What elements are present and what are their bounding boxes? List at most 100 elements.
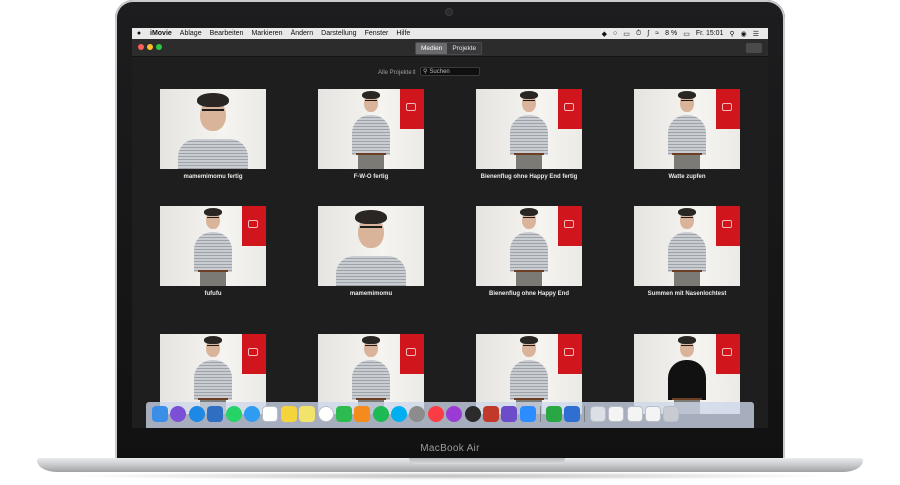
photos-icon[interactable] [317, 406, 334, 422]
photo-booth-icon[interactable] [483, 406, 500, 422]
finder-icon[interactable] [152, 406, 168, 422]
tab-projekte[interactable]: Projekte [447, 43, 482, 54]
facetime-icon[interactable] [335, 406, 352, 422]
battery-icon[interactable]: ▭ [680, 30, 693, 38]
menu-bearbeiten[interactable]: Bearbeiten [206, 30, 248, 37]
creative-cloud-icon[interactable]: ○ [610, 30, 620, 37]
search-field[interactable]: ⚲ Suchen [420, 67, 480, 76]
menu-ablage[interactable]: Ablage [176, 30, 206, 37]
project-thumbnail[interactable] [160, 89, 266, 169]
chevron-updown-icon: ⇕ [411, 70, 417, 76]
logic-icon[interactable] [464, 406, 481, 422]
numbers-icon[interactable] [545, 406, 562, 422]
menu-aendern[interactable]: Ändern [287, 30, 318, 37]
whatsapp-icon[interactable] [225, 406, 242, 422]
filter-bar: Alle Projekte⇕ ⚲ Suchen [132, 57, 768, 85]
time-machine-icon[interactable]: ⏱ [633, 30, 644, 38]
project-title: F-W-O fertig [353, 174, 389, 180]
calendar-icon[interactable] [262, 406, 279, 422]
status-area: ◆ ○ ▭ ⏱ ∫ ≈ 8 % ▭ Fr. 15:01 ⚲ ◉ ☰ [599, 30, 768, 38]
siri-icon[interactable] [170, 406, 187, 422]
project-thumbnail[interactable] [476, 89, 582, 169]
spotify-icon[interactable] [372, 406, 389, 422]
pages-icon[interactable] [354, 406, 371, 422]
tab-medien[interactable]: Medien [416, 43, 448, 54]
dropbox-icon[interactable]: ◆ [599, 30, 610, 38]
project-thumbnail[interactable] [160, 206, 266, 286]
dock-separator [584, 406, 586, 422]
menu-app-name[interactable]: iMovie [146, 30, 176, 37]
apple-icon[interactable]: ● [132, 30, 146, 37]
project-title: Watte zupfen [668, 174, 706, 180]
trash-icon[interactable] [663, 406, 680, 422]
project-tile[interactable]: Watte zupfen [634, 89, 740, 180]
notes-icon[interactable] [280, 406, 297, 422]
finder-window-icon[interactable] [589, 406, 606, 422]
project-title: mamemimomu [349, 291, 393, 297]
project-thumbnail[interactable] [634, 206, 740, 286]
menu-fenster[interactable]: Fenster [361, 30, 393, 37]
imovie-icon[interactable] [501, 406, 518, 422]
dock-separator [540, 406, 542, 422]
project-thumbnail[interactable] [318, 89, 424, 169]
project-tile[interactable]: mamemimomu fertig [160, 89, 266, 180]
close-window-button[interactable] [138, 44, 144, 50]
search-placeholder: Suchen [429, 69, 450, 75]
dock-icons [152, 406, 680, 422]
project-filter-label: Alle Projekte [378, 70, 412, 76]
zoom-window-button[interactable] [156, 44, 162, 50]
dock [146, 402, 754, 428]
project-thumbnail[interactable] [318, 206, 424, 286]
base-shadow [60, 472, 840, 480]
laptop-base [37, 458, 863, 472]
notification-center-icon[interactable]: ☰ [750, 30, 762, 38]
search-icon: ⚲ [423, 69, 428, 75]
zoom-icon[interactable] [519, 406, 536, 422]
menu-markieren[interactable]: Markieren [247, 30, 286, 37]
skype-icon[interactable] [391, 406, 408, 422]
menu-hilfe[interactable]: Hilfe [392, 30, 414, 37]
project-tile[interactable]: F-W-O fertig [318, 89, 424, 180]
spotlight-icon[interactable]: ⚲ [726, 30, 737, 38]
project-title: Bienenflug ohne Happy End fertig [480, 174, 578, 180]
wifi-icon[interactable]: ≈ [652, 30, 662, 37]
keynote-icon[interactable] [563, 406, 580, 422]
screen: ● iMovie Ablage Bearbeiten Markieren Änd… [132, 28, 768, 428]
window-controls [138, 44, 162, 50]
project-tile[interactable]: mamemimomu [318, 206, 424, 297]
project-thumbnail[interactable] [634, 89, 740, 169]
minimize-window-button[interactable] [147, 44, 153, 50]
safari-icon[interactable] [188, 406, 205, 422]
menu-bar: ● iMovie Ablage Bearbeiten Markieren Änd… [132, 28, 768, 39]
project-tile[interactable]: Bienenflug ohne Happy End fertig [476, 89, 582, 180]
project-title: mamemimomu fertig [183, 174, 243, 180]
project-tile[interactable]: fufufu [160, 206, 266, 297]
toolbar-button[interactable] [746, 43, 762, 53]
lid-notch [409, 458, 565, 464]
battery-percent[interactable]: 8 % [662, 30, 680, 37]
document-icon[interactable] [644, 406, 661, 422]
stickies-icon[interactable] [299, 406, 316, 422]
project-title: fufufu [204, 291, 222, 297]
music-icon[interactable] [427, 406, 444, 422]
bluetooth-icon[interactable]: ∫ [644, 30, 652, 37]
project-tile[interactable]: Bienenflug ohne Happy End [476, 206, 582, 297]
menu-darstellung[interactable]: Darstellung [317, 30, 360, 37]
project-tile[interactable]: Summen mit Nasenlochtest [634, 206, 740, 297]
imovie-toolbar: Medien Projekte [132, 39, 768, 57]
project-title: Bienenflug ohne Happy End [488, 291, 569, 297]
preview-icon[interactable] [207, 406, 224, 422]
document-icon[interactable] [608, 406, 625, 422]
project-thumbnail[interactable] [476, 206, 582, 286]
messages-icon[interactable] [243, 406, 260, 422]
siri-menu-icon[interactable]: ◉ [738, 30, 750, 38]
system-preferences-icon[interactable] [409, 406, 426, 422]
project-filter-dropdown[interactable]: Alle Projekte⇕ [378, 69, 417, 76]
view-switcher: Medien Projekte [415, 42, 483, 55]
airplay-icon[interactable]: ▭ [620, 30, 633, 38]
podcasts-icon[interactable] [446, 406, 463, 422]
camera [446, 9, 452, 15]
menu-clock[interactable]: Fr. 15:01 [693, 30, 727, 37]
document-icon[interactable] [626, 406, 643, 422]
project-title: Summen mit Nasenlochtest [647, 291, 727, 297]
